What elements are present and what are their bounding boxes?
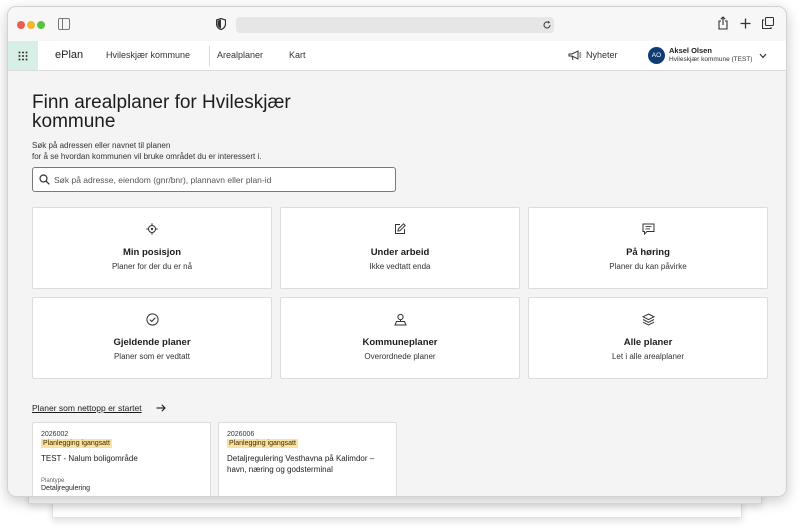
arrow-right-icon[interactable] — [156, 404, 166, 412]
recent-plans-link[interactable]: Planer som nettopp er startet — [32, 403, 142, 413]
tile-gjeldende-planer[interactable]: Gjeldende planer Planer som er vedtatt — [32, 297, 272, 379]
plan-card[interactable]: 2026006 Planlegging igangsatt Detaljregu… — [218, 422, 397, 496]
nav-link-kart[interactable]: Kart — [289, 41, 306, 70]
nav-divider — [209, 46, 210, 66]
intro-line: for å se hvordan kommunen vil bruke områ… — [32, 152, 262, 161]
nav-link-arealplaner[interactable]: Arealplaner — [217, 41, 263, 70]
grid-menu-icon — [18, 51, 28, 61]
tabs-overview-icon[interactable] — [762, 17, 774, 29]
app-menu-button[interactable] — [8, 41, 38, 70]
location-icon — [146, 223, 158, 235]
tile-title: Min posisjon — [122, 247, 182, 258]
plan-id: 2026006 — [227, 431, 255, 438]
chevron-down-icon[interactable] — [759, 53, 767, 59]
comment-icon — [642, 223, 655, 235]
user-organization: Hvileskjær kommune (TEST) — [669, 56, 753, 63]
tile-title: På høring — [626, 247, 670, 258]
news-button[interactable]: Nyheter — [586, 41, 618, 70]
close-window-button[interactable] — [17, 21, 25, 29]
tile-subtitle: Planer som er vedtatt — [113, 352, 191, 361]
megaphone-icon — [568, 50, 582, 61]
tile-subtitle: Let i alle arealplaner — [611, 352, 685, 361]
edit-icon — [395, 223, 406, 234]
tile-alle-planer[interactable]: Alle planer Let i alle arealplaner — [528, 297, 768, 379]
browser-toolbar — [8, 7, 786, 42]
plan-id: 2026002 — [41, 431, 69, 438]
tile-title: Kommuneplaner — [362, 337, 438, 348]
sidebar-toggle-icon[interactable] — [58, 18, 70, 30]
intro-text: Søk på adressen eller navnet til planen … — [32, 140, 352, 162]
tile-subtitle: Planer for der du er nå — [111, 262, 193, 271]
status-badge: Planlegging igangsatt — [41, 439, 112, 448]
tile-under-arbeid[interactable]: Under arbeid Ikke vedtatt enda — [280, 207, 520, 289]
tile-subtitle: Overordnede planer — [364, 352, 436, 361]
tile-title: Alle planer — [623, 337, 673, 348]
reload-icon[interactable] — [542, 20, 552, 30]
new-tab-icon[interactable] — [740, 18, 751, 29]
tile-kommuneplaner[interactable]: Kommuneplaner Overordnede planer — [280, 297, 520, 379]
plan-type-value: Detaljregulering — [41, 485, 91, 492]
plan-name: TEST - Nalum boligområde — [41, 454, 138, 463]
status-badge: Planlegging igangsatt — [227, 439, 298, 448]
avatar[interactable]: AO — [648, 47, 665, 64]
brand-logo[interactable]: ePlan — [55, 41, 83, 70]
tile-subtitle: Planer du kan påvirke — [609, 262, 687, 271]
tile-subtitle: Ikke vedtatt enda — [369, 262, 431, 271]
user-name[interactable]: Aksel Olsen — [669, 46, 712, 55]
layers-icon — [642, 313, 655, 326]
search-input[interactable] — [54, 168, 384, 191]
minimize-window-button[interactable] — [27, 21, 35, 29]
browser-window: ePlan Hvileskjær kommune Arealplaner Kar… — [7, 6, 787, 497]
municipality-name: Hvileskjær kommune — [106, 50, 191, 60]
plan-type-label: Plantype — [41, 478, 65, 484]
map-pin-icon — [394, 313, 407, 326]
tile-title: Under arbeid — [370, 247, 430, 258]
check-circle-icon — [146, 313, 159, 326]
search-box — [32, 167, 396, 192]
plan-card[interactable]: 2026002 Planlegging igangsatt TEST - Nal… — [32, 422, 211, 496]
address-bar[interactable] — [236, 17, 554, 33]
maximize-window-button[interactable] — [37, 21, 45, 29]
shield-icon[interactable] — [216, 18, 226, 30]
main-content: Finn arealplaner for Hvileskjær kommune … — [8, 71, 786, 496]
app-header: ePlan Hvileskjær kommune Arealplaner Kar… — [8, 41, 786, 71]
page-title: Finn arealplaner for Hvileskjær kommune — [32, 92, 291, 132]
tile-title: Gjeldende planer — [113, 337, 191, 348]
plan-name: Detaljregulering Vesthavna på Kalimdor –… — [227, 454, 375, 474]
intro-line: Søk på adressen eller navnet til planen — [32, 141, 171, 150]
tile-pa-horing[interactable]: På høring Planer du kan påvirke — [528, 207, 768, 289]
search-icon — [39, 174, 50, 185]
share-icon[interactable] — [718, 16, 728, 30]
tile-min-posisjon[interactable]: Min posisjon Planer for der du er nå — [32, 207, 272, 289]
